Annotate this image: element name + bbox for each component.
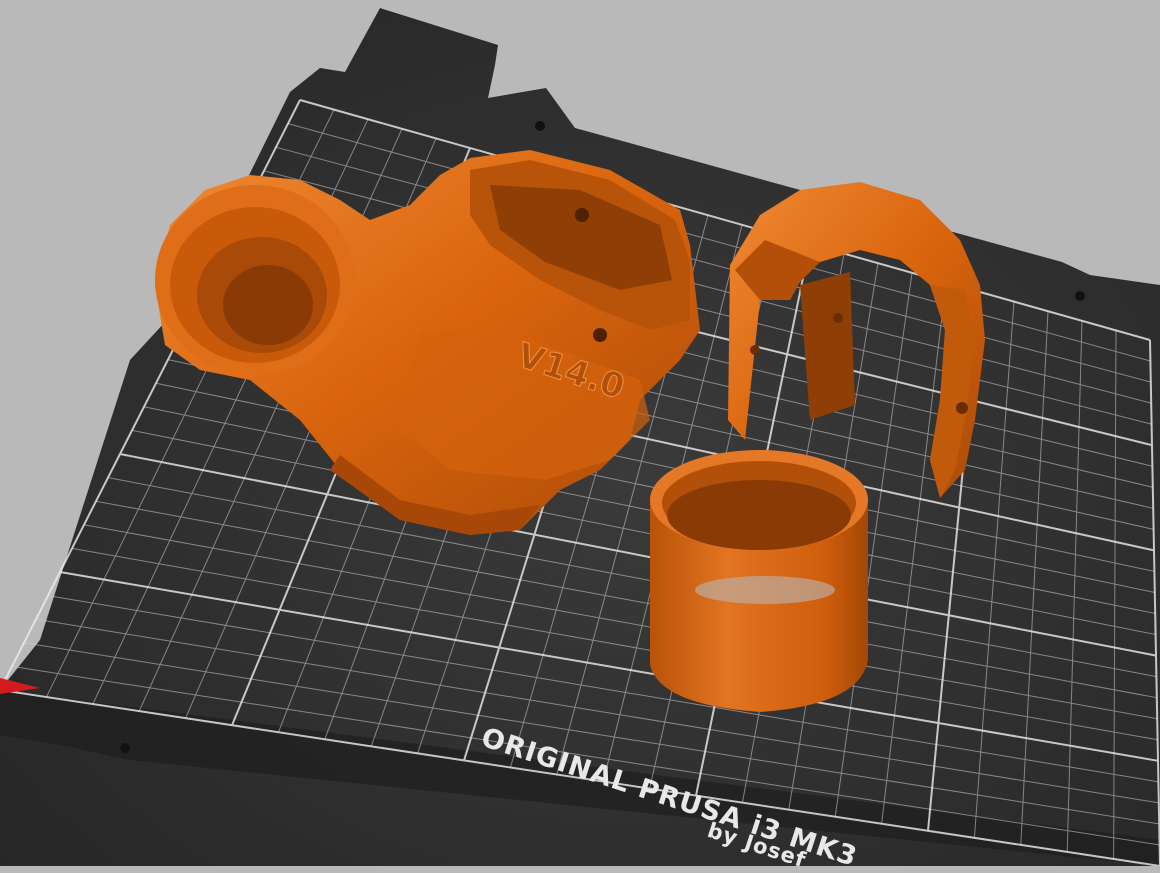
3d-viewport[interactable]: V14.0 ORIGINAL PRUSA i3 MK3 by Josef bbox=[0, 0, 1160, 873]
part-ring[interactable] bbox=[650, 450, 868, 712]
scene: V14.0 bbox=[0, 8, 1160, 870]
